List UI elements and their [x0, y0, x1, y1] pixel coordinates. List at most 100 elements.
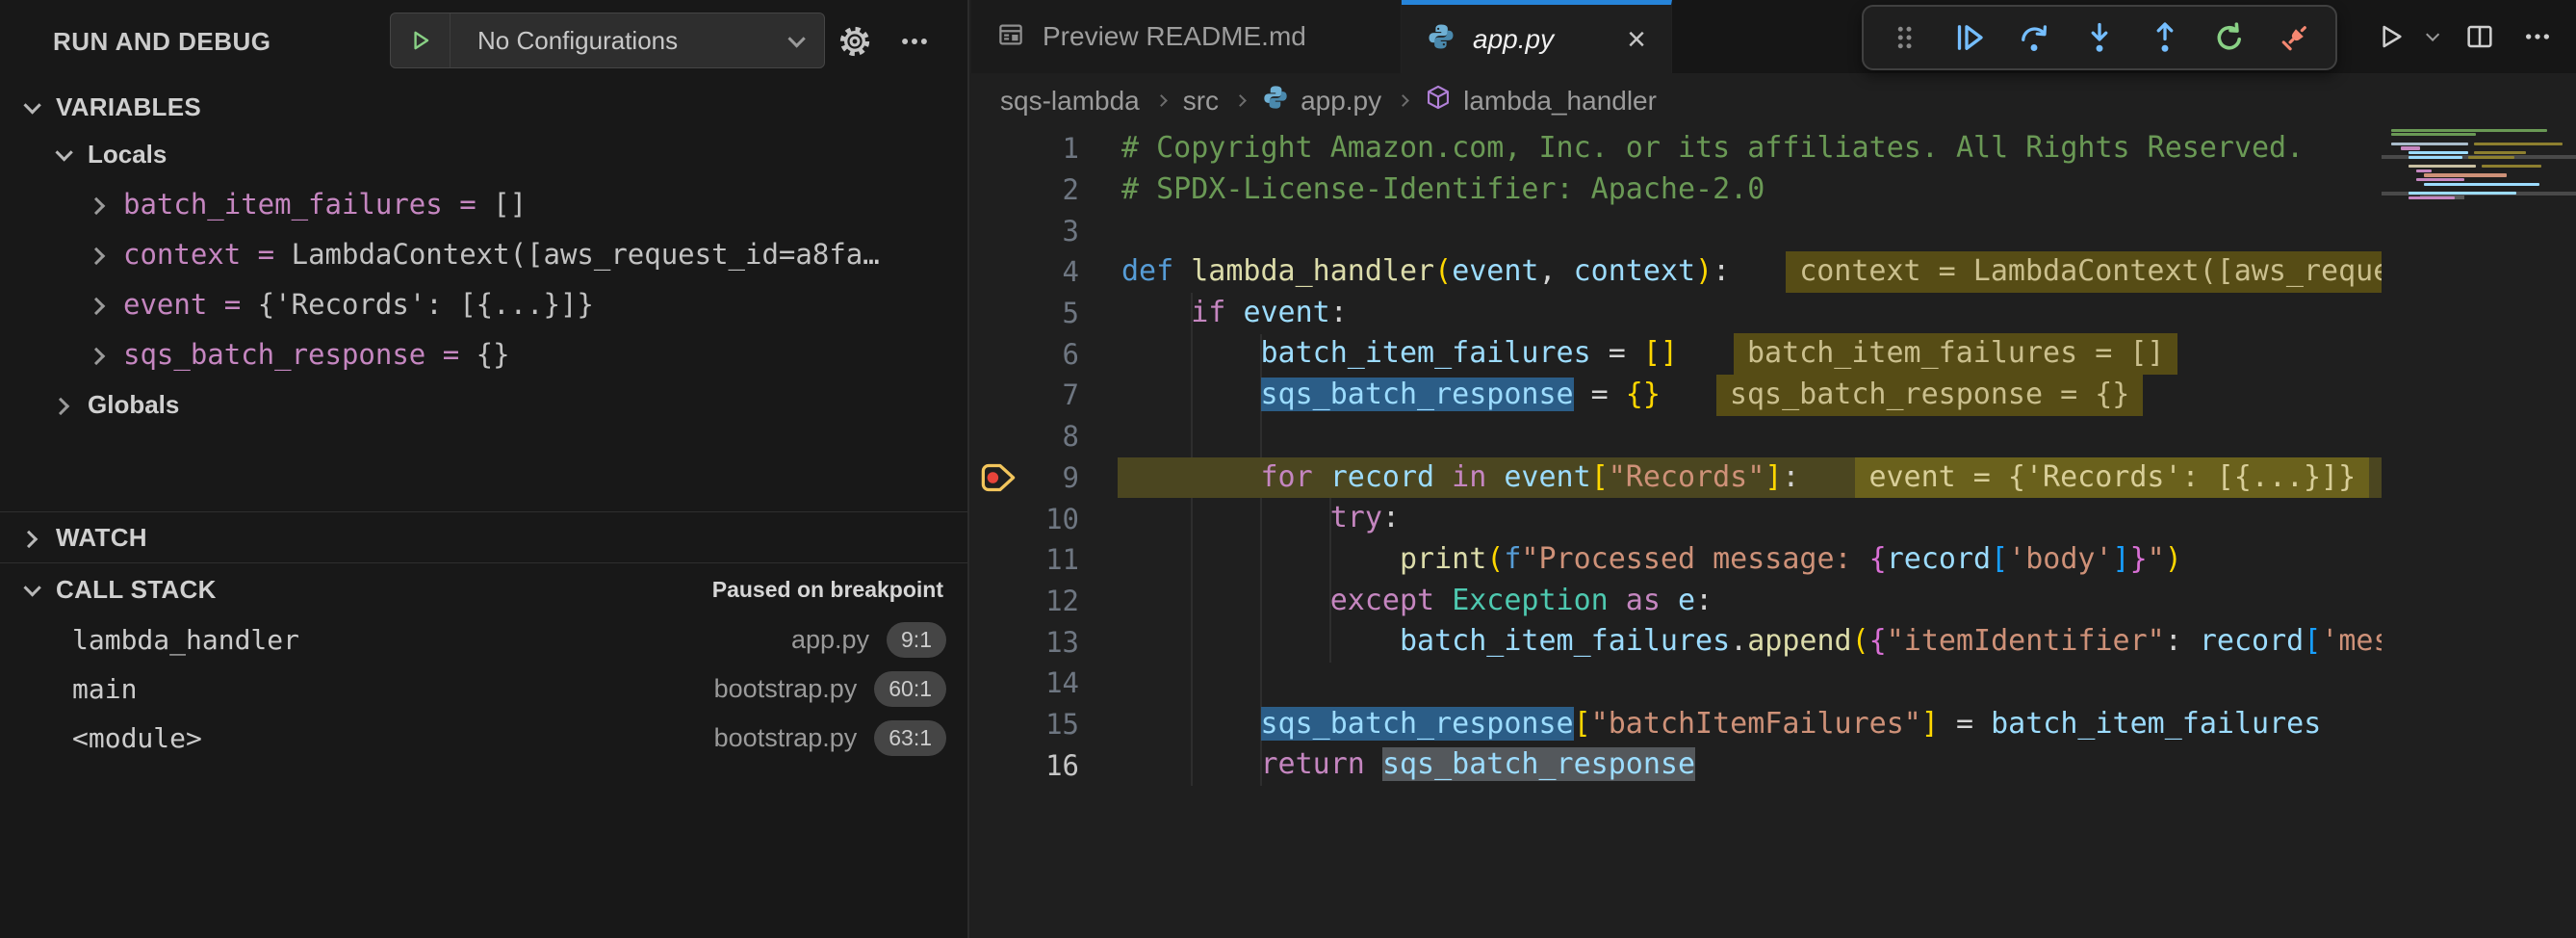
- watch-section-header[interactable]: WATCH: [0, 512, 967, 562]
- debug-inline-value: batch_item_failures = []: [1734, 333, 2177, 375]
- chevron-down-icon: [23, 96, 40, 114]
- stack-frame[interactable]: lambda_handler app.py 9:1: [0, 615, 967, 664]
- tab-preview-readme[interactable]: Preview README.md: [971, 0, 1402, 73]
- chevron-right-icon: [88, 247, 105, 264]
- code-line-2[interactable]: 2# SPDX-License-Identifier: Apache-2.0: [971, 169, 2382, 211]
- debug-inline-value: event = {'Records': [{...}]}: [1855, 457, 2369, 499]
- code-text: sqs_batch_response = {}sqs_batch_respons…: [1121, 375, 2143, 416]
- code-line-3[interactable]: 3: [971, 210, 2382, 251]
- chevron-right-icon: [1234, 94, 1247, 107]
- line-number: 11: [1018, 543, 1079, 576]
- breadcrumb-item[interactable]: app.py: [1262, 84, 1381, 117]
- line-col-badge: 60:1: [874, 671, 946, 707]
- code-line-13[interactable]: 13 batch_item_failures.append({"itemIden…: [971, 621, 2382, 663]
- code-line-4[interactable]: 4 def lambda_handler(event, context):cont…: [971, 251, 2382, 293]
- gear-icon[interactable]: [828, 0, 882, 83]
- chevron-right-icon: [88, 347, 105, 364]
- vscode-window: RUN AND DEBUG No Configurations: [0, 0, 2576, 938]
- code-line-8[interactable]: 8: [971, 416, 2382, 457]
- more-actions-icon[interactable]: [2512, 12, 2563, 62]
- call-stack-section-header[interactable]: CALL STACK Paused on breakpoint: [0, 563, 967, 615]
- variable-row[interactable]: sqs_batch_response = {}: [0, 329, 967, 379]
- variable-row[interactable]: batch_item_failures = []: [0, 179, 967, 229]
- code-line-11[interactable]: 11 print(f"Processed message: {record['b…: [971, 539, 2382, 581]
- launch-config-label: No Configurations: [451, 26, 788, 56]
- call-stack-section: CALL STACK Paused on breakpoint lambda_h…: [0, 562, 967, 763]
- python-icon: [1262, 84, 1289, 117]
- code-text: sqs_batch_response["batchItemFailures"] …: [1121, 704, 2321, 745]
- stack-frame[interactable]: <module> bootstrap.py 63:1: [0, 714, 967, 763]
- start-debug-play-icon[interactable]: [391, 13, 451, 67]
- python-icon: [1427, 22, 1455, 56]
- minimap[interactable]: [2382, 73, 2576, 938]
- chevron-down-icon[interactable]: [2414, 12, 2447, 62]
- close-icon[interactable]: ×: [1627, 23, 1646, 56]
- scope-globals[interactable]: Globals: [0, 379, 967, 430]
- launch-config-dropdown[interactable]: No Configurations: [390, 13, 825, 68]
- variable-row[interactable]: event = {'Records': [{...}]}: [0, 279, 967, 329]
- code-line-12[interactable]: 12 except Exception as e:: [971, 581, 2382, 622]
- line-number: 3: [1018, 215, 1079, 248]
- line-col-badge: 9:1: [887, 622, 946, 658]
- debug-step-out-button[interactable]: [2138, 11, 2192, 65]
- sidebar-header: RUN AND DEBUG No Configurations: [0, 0, 967, 83]
- code-text: except Exception as e:: [1121, 581, 1713, 622]
- code-text: print(f"Processed message: {record['body…: [1121, 539, 2182, 581]
- code-line-15[interactable]: 15 sqs_batch_response["batchItemFailures…: [971, 704, 2382, 745]
- breadcrumb-item[interactable]: src: [1183, 86, 1219, 117]
- editor-group: Preview README.md app.py ×: [971, 0, 2576, 938]
- debug-restart-button[interactable]: [2202, 11, 2256, 65]
- split-editor-icon[interactable]: [2455, 12, 2505, 62]
- code-line-10[interactable]: 10 try:: [971, 498, 2382, 539]
- debug-step-into-button[interactable]: [2073, 11, 2126, 65]
- line-number: 15: [1018, 708, 1079, 741]
- line-number: 9: [1018, 461, 1079, 494]
- code-line-5[interactable]: 5 if event:: [971, 293, 2382, 334]
- line-number: 14: [1018, 666, 1079, 699]
- chevron-right-icon: [1155, 94, 1168, 107]
- code-line-14[interactable]: 14: [971, 663, 2382, 704]
- code-text: if event:: [1121, 293, 1348, 334]
- drag-grip-icon[interactable]: [1877, 11, 1931, 65]
- code-line-6[interactable]: 6 batch_item_failures = []batch_item_fai…: [971, 333, 2382, 375]
- breadcrumb-item[interactable]: lambda_handler: [1425, 84, 1657, 117]
- sidebar-title: RUN AND DEBUG: [53, 27, 271, 57]
- line-number: 7: [1018, 378, 1079, 411]
- scope-locals[interactable]: Locals: [0, 129, 967, 179]
- run-python-file-button[interactable]: [2366, 12, 2416, 62]
- code-text: batch_item_failures = []batch_item_failu…: [1121, 333, 2177, 375]
- code-line-7[interactable]: 7 sqs_batch_response = {}sqs_batch_respo…: [971, 375, 2382, 416]
- minimap-content: [2391, 128, 2573, 200]
- debug-inline-value: context = LambdaContext([aws_request_id=…: [1786, 251, 2382, 293]
- markdown-preview-icon: [996, 20, 1025, 54]
- breakpoint-arrow-icon: [979, 461, 1018, 494]
- code-line-16[interactable]: 16 return sqs_batch_response: [971, 744, 2382, 786]
- debug-continue-button[interactable]: [1943, 11, 1996, 65]
- tab-app-py[interactable]: app.py ×: [1402, 0, 1672, 73]
- breadcrumb: sqs-lambda src app.py: [971, 73, 2382, 128]
- debug-step-over-button[interactable]: [2007, 11, 2061, 65]
- code-line-9[interactable]: 9 for record in event["Records"]:event =…: [971, 457, 2382, 499]
- debug-inline-value: sqs_batch_response = {}: [1716, 375, 2143, 416]
- line-number: 16: [1018, 749, 1079, 782]
- variable-row[interactable]: context = LambdaContext([aws_request_id=…: [0, 229, 967, 279]
- stack-frame[interactable]: main bootstrap.py 60:1: [0, 664, 967, 714]
- line-number: 4: [1018, 255, 1079, 288]
- variables-section-header[interactable]: VARIABLES: [0, 85, 967, 129]
- code-editor[interactable]: 1# Copyright Amazon.com, Inc. or its aff…: [971, 128, 2382, 938]
- breadcrumb-item[interactable]: sqs-lambda: [1000, 86, 1140, 117]
- code-line-1[interactable]: 1# Copyright Amazon.com, Inc. or its aff…: [971, 128, 2382, 169]
- debug-disconnect-button[interactable]: [2268, 11, 2322, 65]
- debug-current-line-indicator[interactable]: [971, 461, 1018, 494]
- tab-bar: Preview README.md app.py ×: [971, 0, 2576, 73]
- code-text: # SPDX-License-Identifier: Apache-2.0: [1121, 169, 1765, 211]
- code-text: # Copyright Amazon.com, Inc. or its affi…: [1121, 128, 2304, 169]
- chevron-down-icon: [23, 579, 40, 596]
- more-actions-icon[interactable]: [888, 0, 941, 83]
- chevron-right-icon: [20, 530, 38, 547]
- chevron-right-icon: [88, 196, 105, 214]
- code-text: def lambda_handler(event, context):conte…: [1121, 251, 2382, 293]
- line-number: 12: [1018, 585, 1079, 617]
- chevron-right-icon: [1397, 94, 1409, 107]
- chevron-down-icon: [55, 143, 72, 161]
